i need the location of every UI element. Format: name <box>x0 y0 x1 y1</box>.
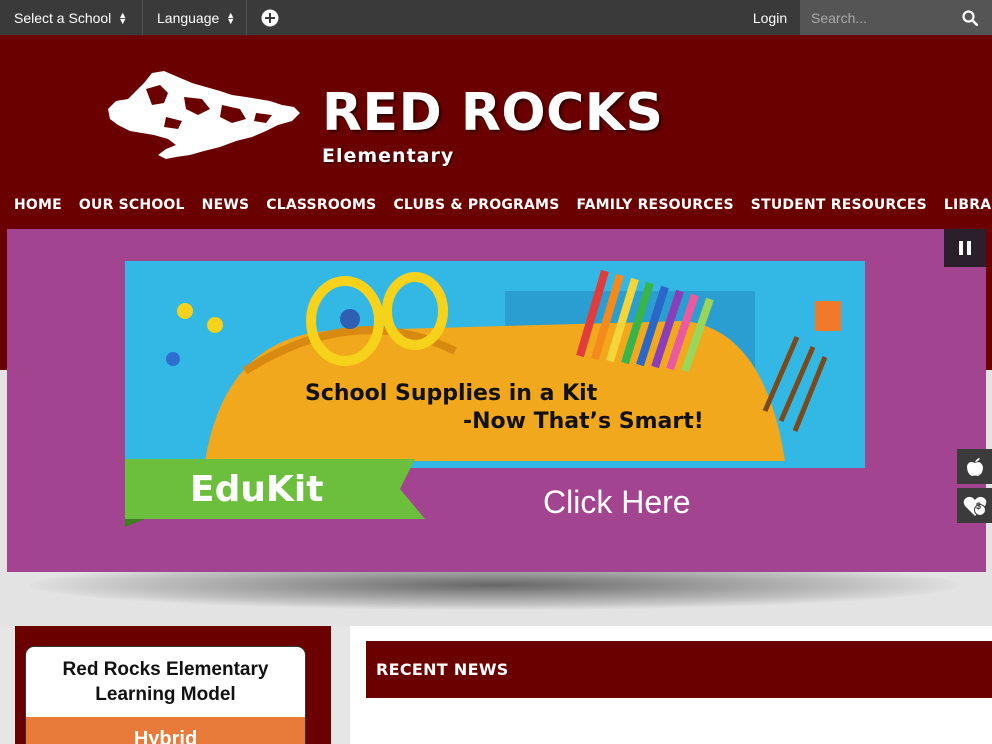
language-label: Language <box>157 9 220 26</box>
search-icon[interactable] <box>962 10 978 26</box>
slideshow-pause-button[interactable] <box>944 229 986 267</box>
search-box <box>800 0 992 35</box>
nav-item-family-resources[interactable]: FAMILY RESOURCES <box>576 197 733 213</box>
pause-icon <box>967 241 971 255</box>
select-school-dropdown[interactable]: Select a School ▲ ▼ <box>0 0 143 35</box>
dollar-badge: $ <box>976 501 982 511</box>
red-rocks-logo[interactable] <box>106 69 302 161</box>
nav-item-clubs-programs[interactable]: CLUBS & PROGRAMS <box>393 197 559 213</box>
learning-model-card[interactable]: Red Rocks Elementary Learning Model Hybr… <box>25 646 306 744</box>
learning-model-title-line2: Learning Model <box>95 684 236 705</box>
apple-icon <box>966 457 983 476</box>
banner-headline-1: School Supplies in a Kit <box>305 381 598 406</box>
site-subtitle: Elementary <box>322 145 455 167</box>
utility-bar: Select a School ▲ ▼ Language ▲ ▼ Login <box>0 0 992 35</box>
learning-model-status: Hybrid <box>26 717 305 744</box>
nav-item-student-resources[interactable]: STUDENT RESOURCES <box>751 197 927 213</box>
nav-item-our-school[interactable]: OUR SCHOOL <box>79 197 185 213</box>
learning-model-title-line1: Red Rocks Elementary <box>62 659 269 680</box>
school-supplies-image: School Supplies in a Kit -Now That’s Sma… <box>125 261 865 468</box>
site-title[interactable]: RED ROCKS <box>322 83 663 143</box>
select-school-label: Select a School <box>14 9 112 26</box>
apple-quick-link[interactable] <box>957 449 992 484</box>
recent-news-heading: RECENT NEWS <box>366 641 992 698</box>
edukit-banner[interactable]: School Supplies in a Kit -Now That’s Sma… <box>7 229 986 572</box>
nav-item-library[interactable]: LIBRARY <box>944 197 992 213</box>
main-nav: HOME OUR SCHOOL NEWS CLASSROOMS CLUBS & … <box>14 197 992 213</box>
pause-icon <box>959 241 963 255</box>
language-dropdown[interactable]: Language ▲ ▼ <box>143 0 247 35</box>
nav-item-classrooms[interactable]: CLASSROOMS <box>266 197 376 213</box>
sort-caret-icon: ▲ ▼ <box>226 9 236 26</box>
add-button[interactable] <box>247 0 293 35</box>
edukit-logo-text: EduKit <box>190 469 324 510</box>
backpack-illustration <box>125 261 865 468</box>
donate-quick-link[interactable]: $ <box>957 488 992 523</box>
learning-model-title: Red Rocks Elementary Learning Model <box>26 657 305 707</box>
nav-item-home[interactable]: HOME <box>14 197 62 213</box>
heart-dollar-icon <box>963 496 986 516</box>
plus-circle-icon <box>261 9 279 26</box>
click-here-label[interactable]: Click Here <box>543 484 691 521</box>
search-input[interactable] <box>811 9 961 26</box>
nav-item-news[interactable]: NEWS <box>202 197 250 213</box>
login-link[interactable]: Login <box>740 0 800 35</box>
banner-headline-2: -Now That’s Smart! <box>463 409 704 434</box>
sort-caret-icon: ▲ ▼ <box>118 9 128 26</box>
